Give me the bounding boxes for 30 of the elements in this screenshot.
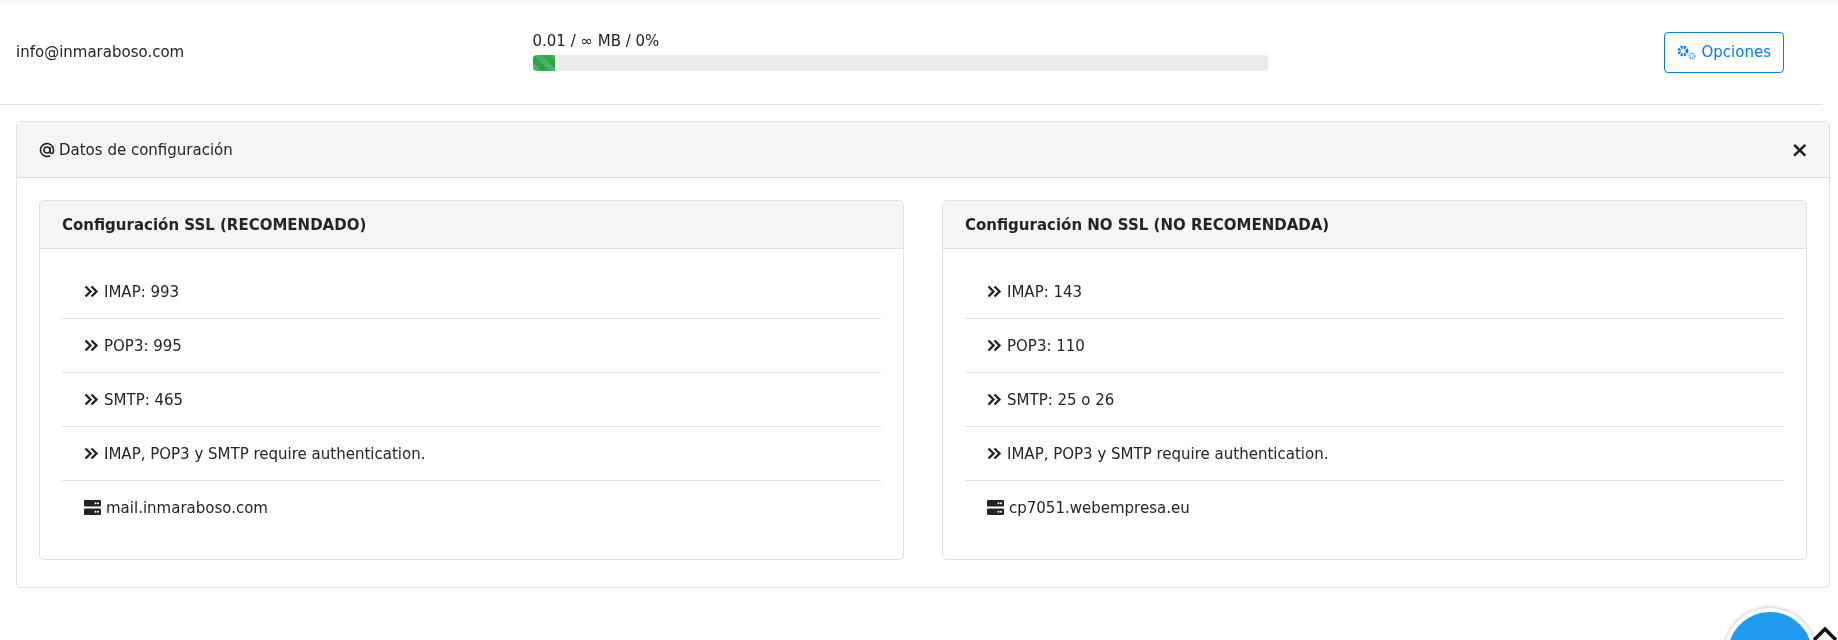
double-chevron-icon [84,285,99,298]
config-item: SMTP: 25 o 26 [1007,390,1115,409]
card-title: Configuración NO SSL (NO RECOMENDADA) [965,215,1330,234]
panel-title: Datos de configuración [59,140,233,159]
config-item: mail.inmaraboso.com [106,498,268,517]
config-item: cp7051.webempresa.eu [1009,498,1190,517]
config-item: POP3: 110 [1007,336,1085,355]
usage-text: 0.01 / ∞ MB / 0% [532,31,661,50]
config-item: IMAP: 993 [104,282,180,301]
at-sign-icon [39,141,55,158]
config-item: IMAP, POP3 y SMTP require authentication. [1007,444,1329,463]
chevron-up-icon[interactable] [1812,626,1838,640]
server-icon [987,500,1004,515]
double-chevron-icon [987,339,1002,352]
double-chevron-icon [84,447,99,460]
close-button[interactable]: × [1790,137,1809,162]
server-icon [84,500,101,515]
options-button[interactable]: Opciones [1663,31,1784,73]
double-chevron-icon [987,447,1002,460]
double-chevron-icon [84,339,99,352]
double-chevron-icon [84,393,99,406]
email-address: info@inmaraboso.com [16,43,186,61]
config-item: IMAP, POP3 y SMTP require authentication. [104,444,426,463]
config-item: IMAP: 143 [1007,282,1083,301]
config-item: POP3: 995 [104,336,182,355]
gears-icon [1676,44,1697,60]
double-chevron-icon [987,393,1002,406]
double-chevron-icon [987,285,1002,298]
config-item: SMTP: 465 [104,390,184,409]
card-title: Configuración SSL (RECOMENDADO) [62,215,367,234]
